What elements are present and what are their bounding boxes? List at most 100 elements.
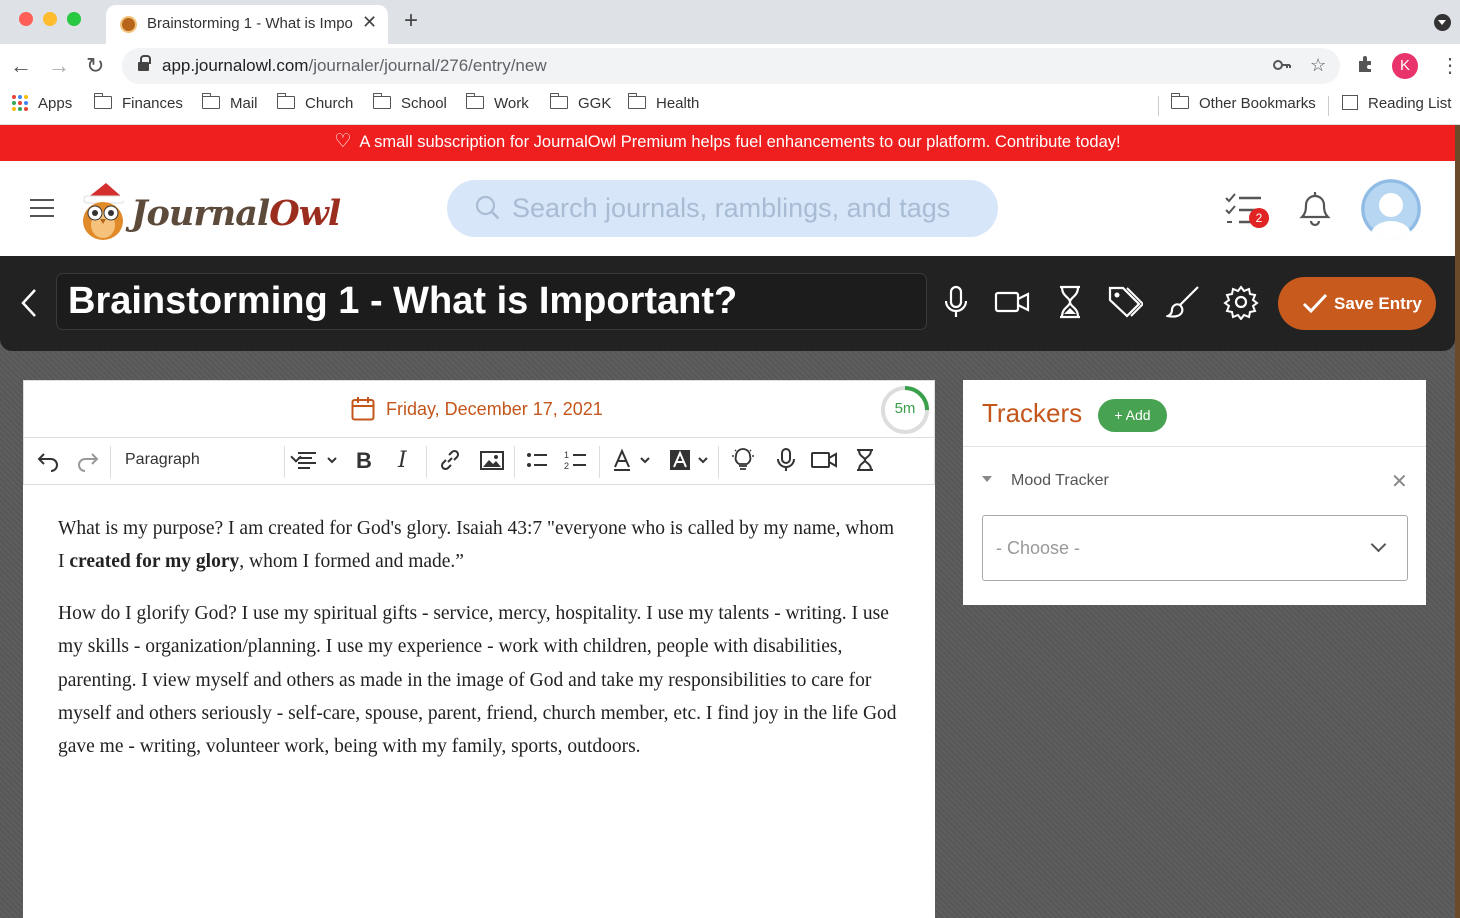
entry-body[interactable]: What is my purpose? I am created for God…	[58, 512, 898, 782]
check-icon	[1302, 293, 1328, 314]
folder-icon	[201, 93, 220, 109]
entry-date[interactable]: Friday, December 17, 2021	[386, 399, 603, 420]
image-icon[interactable]	[479, 448, 505, 475]
tracker-name: Mood Tracker	[1011, 472, 1109, 489]
back-icon[interactable]: ←	[10, 53, 32, 79]
timer-label: 5m	[894, 400, 916, 417]
bookmark-ggk[interactable]: GGK	[549, 93, 611, 115]
trackers-title: Trackers	[982, 398, 1083, 428]
profile-avatar[interactable]: K	[1392, 53, 1418, 79]
bookmarks-bar: Apps Finances Mail Church School Work GG…	[0, 88, 1460, 125]
align-icon[interactable]	[296, 448, 342, 475]
reading-list[interactable]: Reading List	[1342, 95, 1451, 115]
save-entry-button[interactable]: Save Entry	[1278, 277, 1436, 330]
close-icon[interactable]: ✕	[1391, 469, 1408, 494]
chrome-menu-icon[interactable]: ⋮	[1440, 53, 1460, 78]
bold-icon[interactable]: B	[356, 448, 372, 475]
date-row: Friday, December 17, 2021 5m	[23, 380, 935, 438]
undo-icon[interactable]	[36, 448, 60, 475]
address-bar[interactable]: app.journalowl.com/journaler/journal/276…	[122, 48, 1340, 84]
redo-icon[interactable]	[76, 448, 100, 475]
site-header: JournalOwl 2	[0, 161, 1455, 256]
owl-logo-icon[interactable]	[76, 181, 130, 241]
entry-title-input[interactable]: Brainstorming 1 - What is Important?	[56, 273, 927, 330]
premium-banner[interactable]: ♡ A small subscription for JournalOwl Pre…	[0, 125, 1455, 161]
microphone-icon[interactable]	[938, 284, 974, 320]
collapse-caret-icon[interactable]	[982, 476, 992, 482]
bookmark-mail[interactable]: Mail	[201, 93, 258, 115]
favicon-icon	[120, 16, 137, 33]
video-icon[interactable]	[810, 448, 838, 475]
forward-icon[interactable]: →	[48, 53, 70, 79]
folder-icon	[276, 93, 295, 109]
link-icon[interactable]	[438, 448, 462, 475]
italic-icon[interactable]: I	[398, 448, 407, 475]
bookmark-church[interactable]: Church	[276, 93, 353, 115]
heart-icon: ♡	[334, 131, 352, 152]
lock-icon	[138, 55, 151, 72]
tags-icon[interactable]	[1107, 284, 1143, 320]
reading-list-icon	[1342, 95, 1358, 110]
divider	[1158, 96, 1159, 116]
scrollbar[interactable]	[1455, 125, 1460, 918]
search-bar[interactable]	[447, 180, 998, 237]
bullet-list-icon[interactable]	[525, 448, 549, 475]
bookmark-school[interactable]: School	[372, 93, 447, 115]
mood-select[interactable]: - Choose -	[982, 515, 1408, 581]
browser-tab-strip: Brainstorming 1 - What is Impo ✕ +	[0, 0, 1460, 44]
bookmark-work[interactable]: Work	[465, 93, 529, 115]
editor-panel: Friday, December 17, 2021 5m Paragraph B…	[23, 380, 935, 918]
paragraph: How do I glorify God? I use my spiritual…	[58, 602, 897, 758]
back-chevron-icon[interactable]	[20, 288, 38, 318]
browser-toolbar: ← → ↻ app.journalowl.com/journaler/journ…	[0, 44, 1460, 88]
trackers-header: Trackers + Add	[963, 380, 1426, 447]
brush-icon[interactable]	[1166, 284, 1202, 320]
video-icon[interactable]	[994, 284, 1030, 320]
extensions-icon[interactable]	[1356, 54, 1376, 74]
font-color-icon[interactable]	[611, 448, 657, 475]
maximize-window-button[interactable]	[67, 12, 81, 26]
reload-icon[interactable]: ↻	[86, 53, 104, 79]
folder-icon	[549, 93, 568, 109]
bell-icon[interactable]	[1296, 187, 1334, 227]
chevron-down-icon	[1370, 536, 1387, 553]
notification-badge: 2	[1249, 208, 1269, 228]
hourglass-icon[interactable]	[853, 448, 877, 475]
search-input[interactable]	[512, 189, 982, 227]
add-tracker-button[interactable]: + Add	[1098, 399, 1167, 432]
close-window-button[interactable]	[19, 12, 33, 26]
new-tab-button[interactable]: +	[404, 7, 418, 35]
tab-title: Brainstorming 1 - What is Impo	[147, 15, 353, 32]
banner-text: A small subscription for JournalOwl Prem…	[359, 133, 1121, 151]
hourglass-icon[interactable]	[1052, 284, 1088, 320]
folder-icon	[627, 93, 646, 109]
bookmark-apps[interactable]: Apps	[12, 95, 72, 115]
bookmark-health[interactable]: Health	[627, 93, 699, 115]
idea-bulb-icon[interactable]	[730, 448, 756, 475]
browser-tab[interactable]: Brainstorming 1 - What is Impo ✕	[106, 5, 388, 44]
folder-icon	[1170, 93, 1189, 109]
user-avatar[interactable]	[1361, 179, 1421, 239]
bookmark-finances[interactable]: Finances	[93, 93, 183, 115]
minimize-window-button[interactable]	[43, 12, 57, 26]
tab-search-icon[interactable]	[1434, 14, 1451, 31]
calendar-icon[interactable]	[351, 396, 375, 421]
key-icon[interactable]	[1272, 55, 1292, 75]
numbered-list-icon[interactable]: 12	[564, 448, 588, 475]
close-icon[interactable]: ✕	[362, 12, 377, 33]
select-placeholder: - Choose -	[996, 538, 1081, 558]
apps-grid-icon	[12, 95, 28, 111]
formatting-toolbar: Paragraph B I 12	[23, 438, 935, 485]
url-text[interactable]: app.journalowl.com/journaler/journal/276…	[162, 56, 547, 76]
microphone-icon[interactable]	[774, 448, 798, 475]
logo-text[interactable]: JournalOwl	[131, 193, 341, 234]
divider	[1328, 96, 1329, 116]
star-icon[interactable]: ☆	[1310, 55, 1326, 76]
svg-text:1: 1	[564, 450, 569, 460]
menu-icon[interactable]	[30, 199, 54, 219]
writing-timer[interactable]: 5m	[879, 384, 931, 436]
gear-icon[interactable]	[1223, 284, 1259, 320]
bookmark-other[interactable]: Other Bookmarks	[1170, 93, 1316, 115]
paragraph-style-select[interactable]: Paragraph	[125, 451, 302, 469]
highlight-color-icon[interactable]	[669, 448, 715, 475]
